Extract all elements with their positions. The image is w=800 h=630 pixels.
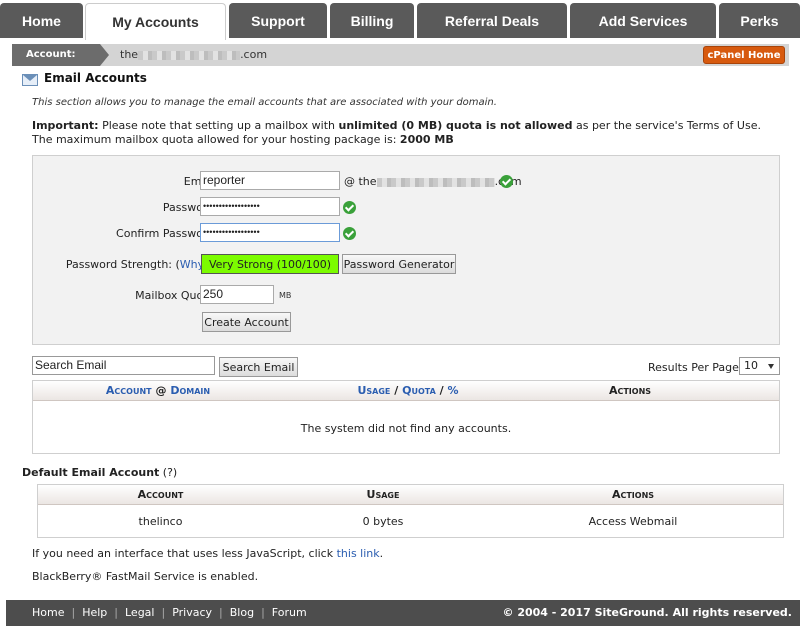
tab-billing[interactable]: Billing (330, 3, 414, 38)
password-strength-meter: Very Strong (100/100) (201, 254, 339, 274)
tab-home[interactable]: Home (0, 3, 83, 38)
footer-separator: | (219, 606, 223, 619)
mailbox-quota-input[interactable]: 250 (200, 285, 274, 304)
mail-icon (22, 74, 38, 86)
cpanel-home-button[interactable]: cPanel Home (703, 46, 785, 64)
sort-percent-link[interactable]: % (447, 384, 458, 397)
tab-referral-deals[interactable]: Referral Deals (417, 3, 567, 38)
header-actions: Actions (608, 384, 652, 397)
tab-perks[interactable]: Perks (719, 3, 800, 38)
password-generator-button[interactable]: Password Generator (342, 254, 456, 274)
footer-link-help[interactable]: Help (82, 606, 107, 619)
header-account-domain: Account @ Domain (33, 381, 283, 401)
footer-link-home[interactable]: Home (32, 606, 64, 619)
important-notice: Important: Please note that setting up a… (32, 119, 777, 147)
copyright: © 2004 - 2017 SiteGround. All rights res… (502, 606, 792, 619)
domain-prefix: the (120, 48, 139, 61)
email-accounts-table: Account @ Domain Usage / Quota / % Actio… (32, 380, 780, 454)
password-valid-check-icon (343, 201, 356, 214)
header-actions: Actions (611, 488, 655, 501)
email-valid-check-icon (500, 175, 513, 188)
redacted-email-domain (376, 177, 495, 187)
at-domain-prefix: @ the (344, 175, 377, 188)
footer-link-privacy[interactable]: Privacy (172, 606, 212, 619)
header-usage-quota: Usage / Quota / % (283, 381, 533, 401)
footer-separator: | (261, 606, 265, 619)
confirm-valid-check-icon (343, 227, 356, 240)
default-account-label: Default Email Account (22, 466, 160, 479)
account-label: Account: (12, 44, 100, 66)
footer-separator: | (71, 606, 76, 619)
js-note-end: . (379, 547, 384, 560)
table-header: Account @ Domain Usage / Quota / % Actio… (33, 381, 779, 401)
sort-domain-link[interactable]: Domain (170, 384, 210, 397)
account-domain: the .com (120, 44, 267, 66)
tab-my-accounts[interactable]: My Accounts (85, 3, 226, 40)
account-bar: Account: the .com cPanel Home (12, 44, 789, 66)
password-strength-label: Password Strength: (Why?): (66, 258, 218, 271)
help-link[interactable]: (?) (159, 466, 177, 479)
access-webmail-link[interactable]: Access Webmail (533, 515, 733, 528)
header-account: Account (137, 488, 184, 501)
js-interface-note: If you need an interface that uses less … (32, 547, 383, 560)
password-input[interactable]: •••••••••••••••••• (200, 197, 340, 216)
footer-link-legal[interactable]: Legal (125, 606, 154, 619)
page-title: Email Accounts (44, 71, 147, 85)
important-label: Important: (32, 119, 99, 132)
chevron-down-icon (768, 364, 774, 369)
footer-links: Home | Help | Legal | Privacy | Blog | Forum (32, 600, 307, 626)
default-table-header: Account Usage Actions (38, 485, 783, 505)
header-sep: / (435, 384, 448, 397)
results-per-page-label: Results Per Page: (648, 361, 743, 374)
email-input[interactable]: reporter (200, 171, 340, 190)
header-sep: @ (151, 384, 171, 397)
quota-unit: MB (279, 291, 292, 300)
default-account-name: thelinco (138, 515, 183, 528)
empty-message: The system did not find any accounts. (300, 422, 512, 435)
sort-account-link[interactable]: Account (106, 384, 152, 397)
redacted-domain (138, 50, 241, 60)
create-account-button[interactable]: Create Account (202, 312, 291, 332)
results-per-page-value: 10 (744, 359, 758, 372)
tab-support[interactable]: Support (229, 3, 327, 38)
footer-separator: | (161, 606, 166, 619)
confirm-password-input[interactable]: •••••••••••••••••• (200, 223, 340, 242)
default-account-title: Default Email Account (?) (22, 466, 177, 479)
account-label-arrow (100, 44, 109, 66)
important-bold: unlimited (0 MB) quota is not allowed (338, 119, 573, 132)
default-account-usage: 0 bytes (362, 515, 404, 528)
domain-suffix: .com (240, 48, 268, 61)
footer-link-blog[interactable]: Blog (230, 606, 254, 619)
footer: Home | Help | Legal | Privacy | Blog | Forum © 200… (6, 600, 800, 626)
js-note-text: If you need an interface that uses less … (32, 547, 337, 560)
top-navigation: Home My Accounts Support Billing Referra… (0, 0, 800, 40)
results-per-page-select[interactable]: 10 (739, 357, 780, 375)
footer-link-forum[interactable]: Forum (272, 606, 307, 619)
header-sep: / (390, 384, 403, 397)
sort-quota-link[interactable]: Quota (402, 384, 436, 397)
section-description: This section allows you to manage the em… (32, 97, 497, 108)
search-email-input[interactable]: Search Email (32, 356, 215, 375)
important-text-1: Please note that setting up a mailbox wi… (98, 119, 339, 132)
strength-label-text: Password Strength: ( (65, 258, 180, 271)
default-account-table: Account Usage Actions thelinco 0 bytes A… (37, 484, 784, 538)
less-javascript-link[interactable]: this link (337, 547, 380, 560)
email-domain: @ the.com (344, 175, 522, 188)
footer-separator: | (114, 606, 118, 619)
search-email-button[interactable]: Search Email (219, 357, 298, 377)
max-quota: 2000 MB (399, 133, 454, 146)
sort-usage-link[interactable]: Usage (357, 384, 390, 397)
tab-add-services[interactable]: Add Services (570, 3, 716, 38)
blackberry-fastmail-link[interactable]: BlackBerry® FastMail Service is enabled. (32, 570, 258, 583)
header-usage: Usage (366, 488, 400, 501)
